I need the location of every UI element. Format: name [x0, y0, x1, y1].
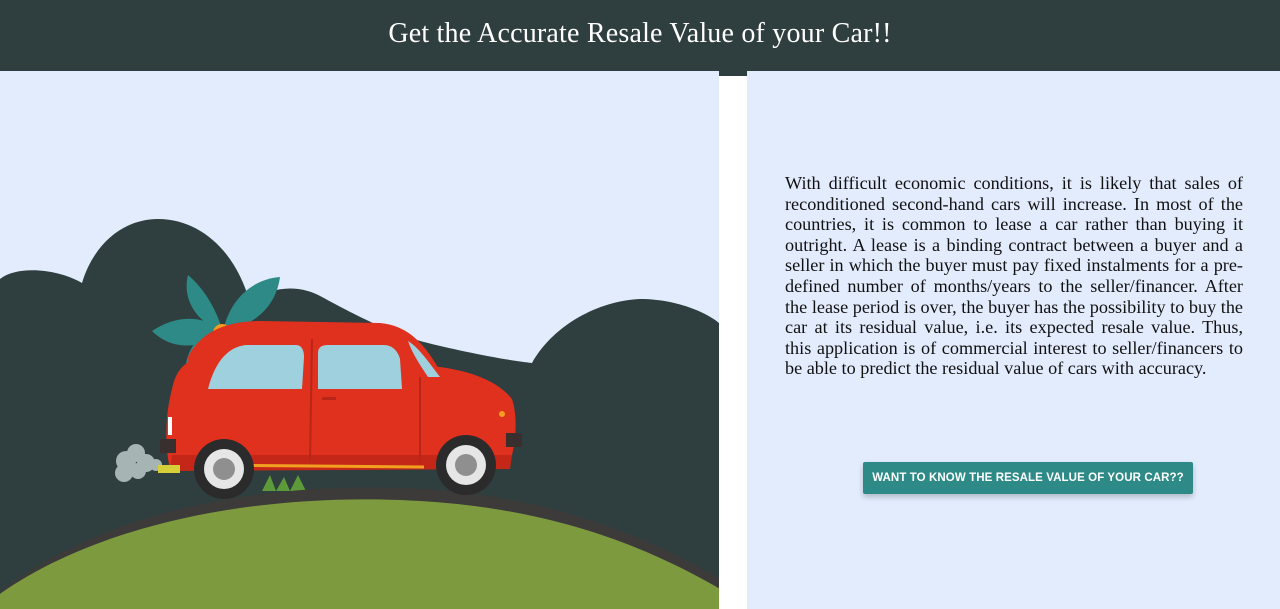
content-panel: With difficult economic conditions, it i…: [747, 71, 1280, 609]
page-title: Get the Accurate Resale Value of your Ca…: [388, 17, 892, 49]
description-text: With difficult economic conditions, it i…: [785, 173, 1243, 379]
resale-value-button[interactable]: WANT TO KNOW THE RESALE VALUE OF YOUR CA…: [863, 462, 1193, 494]
header-bar: Get the Accurate Resale Value of your Ca…: [0, 0, 1280, 71]
illustration-panel: [0, 71, 719, 609]
header-divider-tab: [719, 71, 747, 76]
red-car-on-hill-icon: [0, 219, 719, 609]
